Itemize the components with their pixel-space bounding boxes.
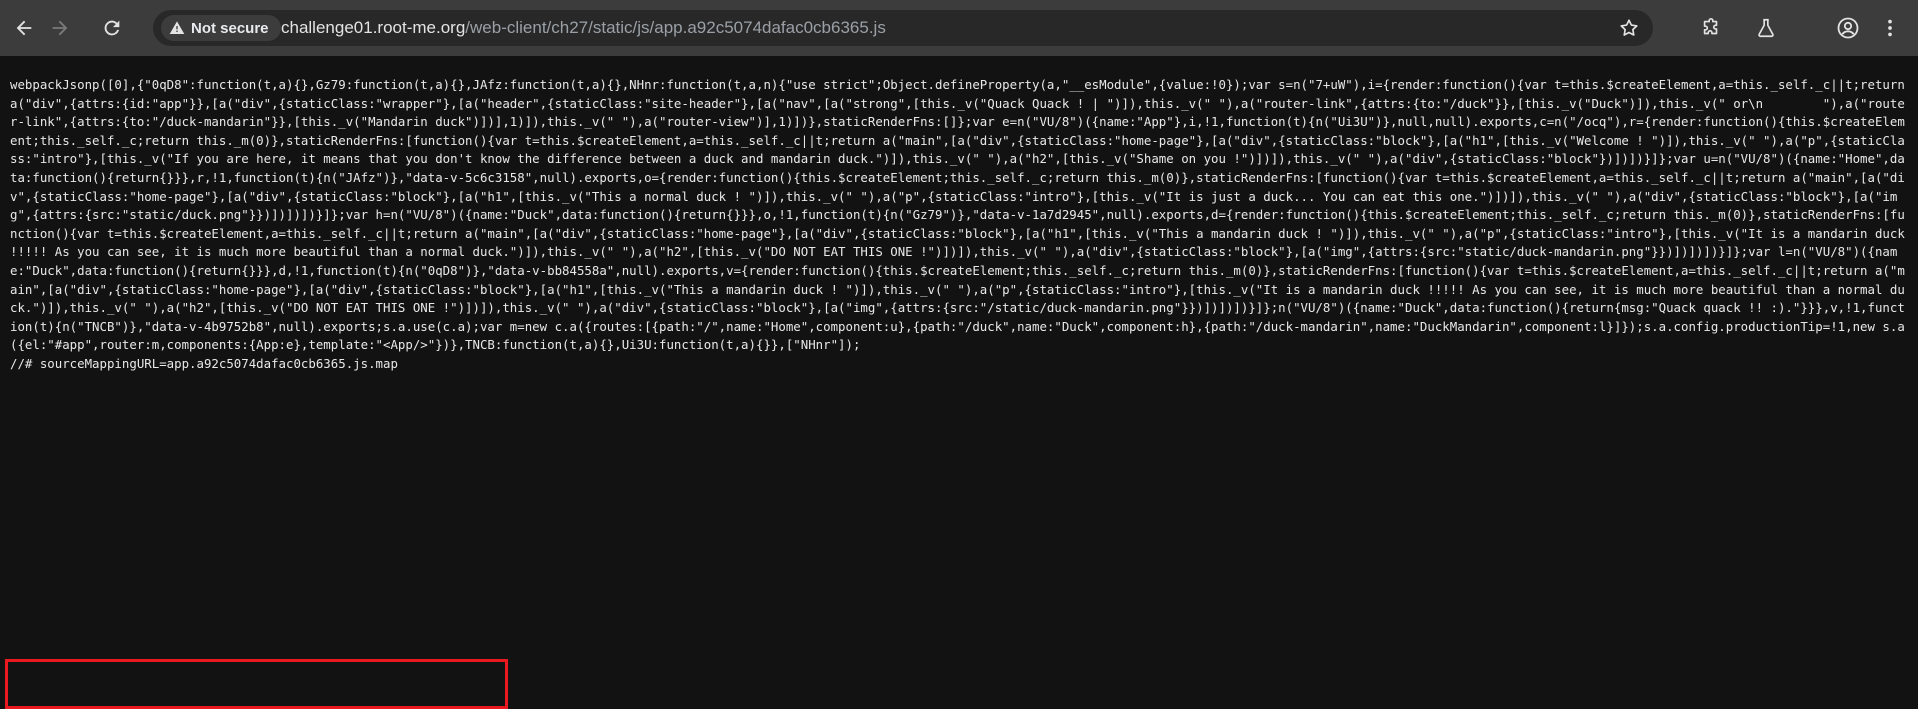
security-label: Not secure [191,19,269,37]
reload-icon [104,20,120,36]
security-chip[interactable]: Not secure [161,15,281,41]
menu-button[interactable] [1874,12,1906,44]
reload-button[interactable] [96,12,128,44]
back-button[interactable] [8,12,40,44]
back-icon [16,20,32,36]
profile-button[interactable] [1832,12,1864,44]
profile-icon [1837,17,1859,39]
js-source-content: webpackJsonp([0],{"0qD8":function(t,a){}… [10,77,1905,371]
source-map-highlight-box [5,659,508,709]
address-bar[interactable]: Not secure challenge01.root-me.org/web-c… [153,10,1653,46]
labs-button[interactable] [1750,12,1782,44]
extensions-button[interactable] [1695,12,1727,44]
url-text[interactable]: challenge01.root-me.org/web-client/ch27/… [281,10,886,46]
forward-button[interactable] [44,12,76,44]
labs-icon [1758,18,1774,38]
extension-icon [1703,18,1718,35]
forward-icon [52,20,68,36]
browser-toolbar: Not secure challenge01.root-me.org/web-c… [0,0,1918,56]
star-icon [1620,19,1638,36]
url-host: challenge01.root-me.org [281,18,466,37]
url-path: /web-client/ch27/static/js/app.a92c5074d… [465,18,886,37]
bookmark-button[interactable] [1615,14,1643,42]
menu-icon [1888,19,1892,37]
warning-icon [169,21,185,34]
